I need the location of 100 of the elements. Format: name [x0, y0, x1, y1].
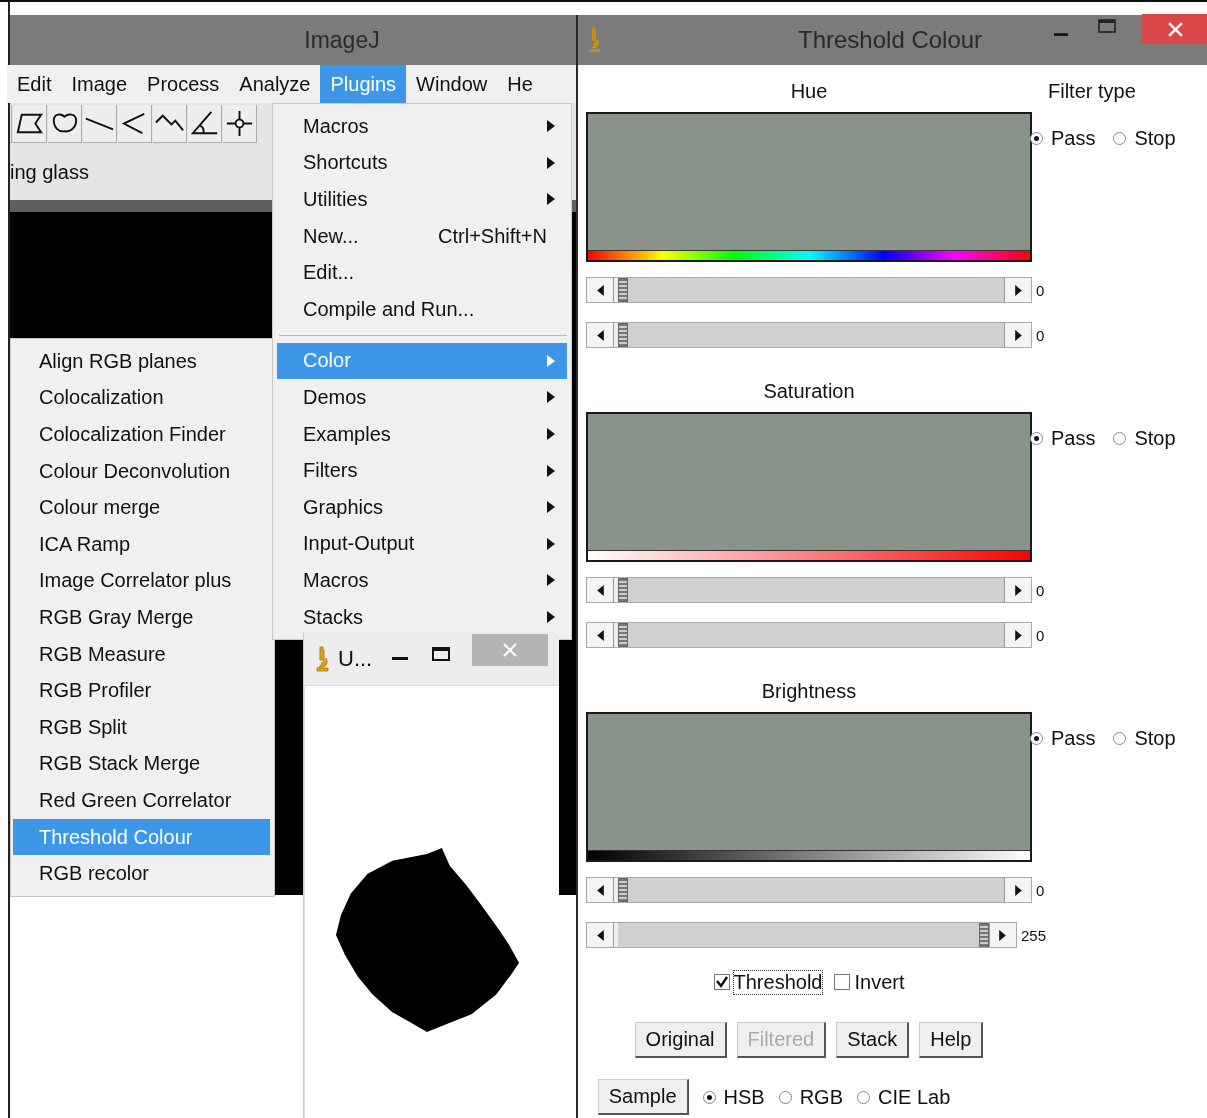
- radio-button[interactable]: [1030, 132, 1043, 145]
- menu-label: Shortcuts: [303, 151, 388, 175]
- checkbox[interactable]: [713, 974, 730, 990]
- slider-thumb[interactable]: [978, 923, 989, 947]
- menu-item[interactable]: Stacks: [273, 598, 571, 636]
- radio-option[interactable]: Stop: [1113, 727, 1176, 750]
- menu-item[interactable]: Red Green Correlator: [11, 782, 274, 819]
- menu-item[interactable]: RGB Profiler: [11, 672, 274, 709]
- blob-icon[interactable]: [48, 105, 82, 143]
- radio-option[interactable]: CIE Lab: [857, 1085, 951, 1109]
- section-heading: Brightness: [760, 679, 858, 703]
- menu-item[interactable]: Colour merge: [11, 489, 274, 526]
- checkbox[interactable]: [834, 974, 851, 990]
- slider-thumb[interactable]: [618, 278, 628, 302]
- action-button[interactable]: Stack: [836, 1022, 910, 1058]
- scroll-slider[interactable]: [586, 577, 1032, 603]
- menu-item[interactable]: Colocalization: [11, 379, 274, 417]
- menu-label: Stacks: [303, 605, 364, 629]
- scroll-slider[interactable]: [586, 877, 1032, 903]
- menu-item[interactable]: RGB recolor: [11, 855, 274, 892]
- radio-button[interactable]: [1030, 732, 1043, 745]
- menu-item[interactable]: Compile and Run...: [273, 290, 571, 328]
- menu-item[interactable]: Image: [61, 65, 138, 103]
- menu-item[interactable]: Macros: [273, 108, 571, 145]
- menu-item[interactable]: Analyze: [229, 65, 321, 103]
- polygon-icon[interactable]: [13, 105, 47, 143]
- radio-option[interactable]: Stop: [1113, 127, 1176, 150]
- radio-button[interactable]: [1113, 432, 1127, 445]
- zigzag-icon[interactable]: [153, 105, 187, 143]
- close-button[interactable]: [1142, 14, 1207, 44]
- checkbox-option[interactable]: Invert: [834, 970, 905, 994]
- slider-value: 0: [1036, 281, 1045, 299]
- scroll-slider[interactable]: [586, 622, 1032, 648]
- menu-label: Edit...: [303, 261, 355, 285]
- menu-item[interactable]: Colour Deconvolution: [11, 452, 274, 490]
- slider-thumb[interactable]: [618, 323, 628, 347]
- submenu-arrow-icon: [547, 391, 555, 404]
- submenu-arrow-icon: [547, 120, 555, 133]
- section-heading: Saturation: [762, 379, 856, 403]
- polyline-icon[interactable]: [118, 105, 152, 143]
- menu-item[interactable]: Input-Output: [273, 525, 571, 563]
- menu-label: Demos: [303, 385, 367, 409]
- angle-icon[interactable]: [188, 105, 222, 143]
- menu-item[interactable]: Examples: [273, 415, 571, 453]
- radio-button[interactable]: [1113, 732, 1127, 745]
- menu-label: Filters: [303, 459, 358, 483]
- menu-item[interactable]: Edit: [7, 65, 62, 103]
- menu-item[interactable]: Filters: [273, 452, 571, 489]
- close-icon: [1167, 21, 1183, 37]
- slider-thumb[interactable]: [618, 878, 628, 902]
- status-text: ing glass: [10, 161, 89, 184]
- radio-option[interactable]: Stop: [1113, 427, 1176, 450]
- menu-item[interactable]: ICA Ramp: [11, 525, 274, 563]
- radio-option[interactable]: Pass: [1030, 127, 1096, 150]
- scroll-slider[interactable]: [586, 277, 1032, 303]
- menu-item[interactable]: Demos: [273, 379, 571, 416]
- radio-button[interactable]: [1113, 132, 1127, 145]
- menu-item[interactable]: RGB Split: [11, 708, 274, 746]
- sample-button[interactable]: Sample: [597, 1079, 689, 1115]
- menu-item[interactable]: RGB Measure: [11, 635, 274, 673]
- menu-label: Macros: [303, 114, 369, 138]
- slider-value: 0: [1036, 326, 1045, 344]
- submenu-arrow-icon: [547, 156, 555, 169]
- scroll-slider[interactable]: [586, 322, 1032, 348]
- action-button[interactable]: Original: [634, 1022, 727, 1058]
- microscope-icon: [314, 645, 330, 672]
- menu-item[interactable]: Graphics: [273, 488, 571, 526]
- menu-item[interactable]: Macros: [273, 562, 571, 599]
- submenu-arrow-icon: [547, 501, 555, 514]
- radio-button[interactable]: [778, 1090, 792, 1104]
- radio-button[interactable]: [857, 1090, 870, 1104]
- menu-label: Input-Output: [303, 532, 415, 556]
- menu-item[interactable]: Utilities: [273, 181, 571, 218]
- menu-item[interactable]: Align RGB planes: [11, 343, 274, 380]
- maximize-icon[interactable]: [432, 646, 451, 661]
- radio-button[interactable]: [702, 1090, 716, 1104]
- radio-option[interactable]: Pass: [1030, 427, 1096, 450]
- radio-button[interactable]: [1030, 432, 1043, 445]
- menu-item[interactable]: Window: [406, 65, 498, 103]
- checkbox-option[interactable]: Threshold: [713, 970, 823, 994]
- menu-item[interactable]: New... Ctrl+Shift+N: [273, 217, 571, 255]
- crosshair-icon[interactable]: [223, 105, 257, 143]
- menu-item[interactable]: Process: [137, 65, 230, 103]
- menu-item[interactable]: RGB Gray Merge: [11, 599, 274, 636]
- menu-item[interactable]: Colocalization Finder: [11, 416, 274, 453]
- slider-thumb[interactable]: [618, 578, 628, 602]
- scroll-slider[interactable]: [586, 922, 1017, 948]
- radio-option[interactable]: RGB: [778, 1085, 843, 1109]
- menu-item[interactable]: Shortcuts: [273, 144, 571, 182]
- menu-item[interactable]: RGB Stack Merge: [11, 745, 274, 783]
- slider-thumb[interactable]: [618, 623, 628, 647]
- menu-item[interactable]: He: [497, 65, 543, 103]
- menu-label: Graphics: [303, 495, 384, 519]
- menu-item[interactable]: Edit...: [273, 254, 571, 291]
- action-button[interactable]: Help: [919, 1022, 984, 1058]
- radio-option[interactable]: Pass: [1030, 727, 1096, 750]
- menu-item[interactable]: Image Correlator plus: [11, 562, 274, 600]
- submenu-arrow-icon: [547, 193, 555, 206]
- minimize-icon[interactable]: [392, 656, 409, 661]
- radio-option[interactable]: HSB: [702, 1085, 765, 1109]
